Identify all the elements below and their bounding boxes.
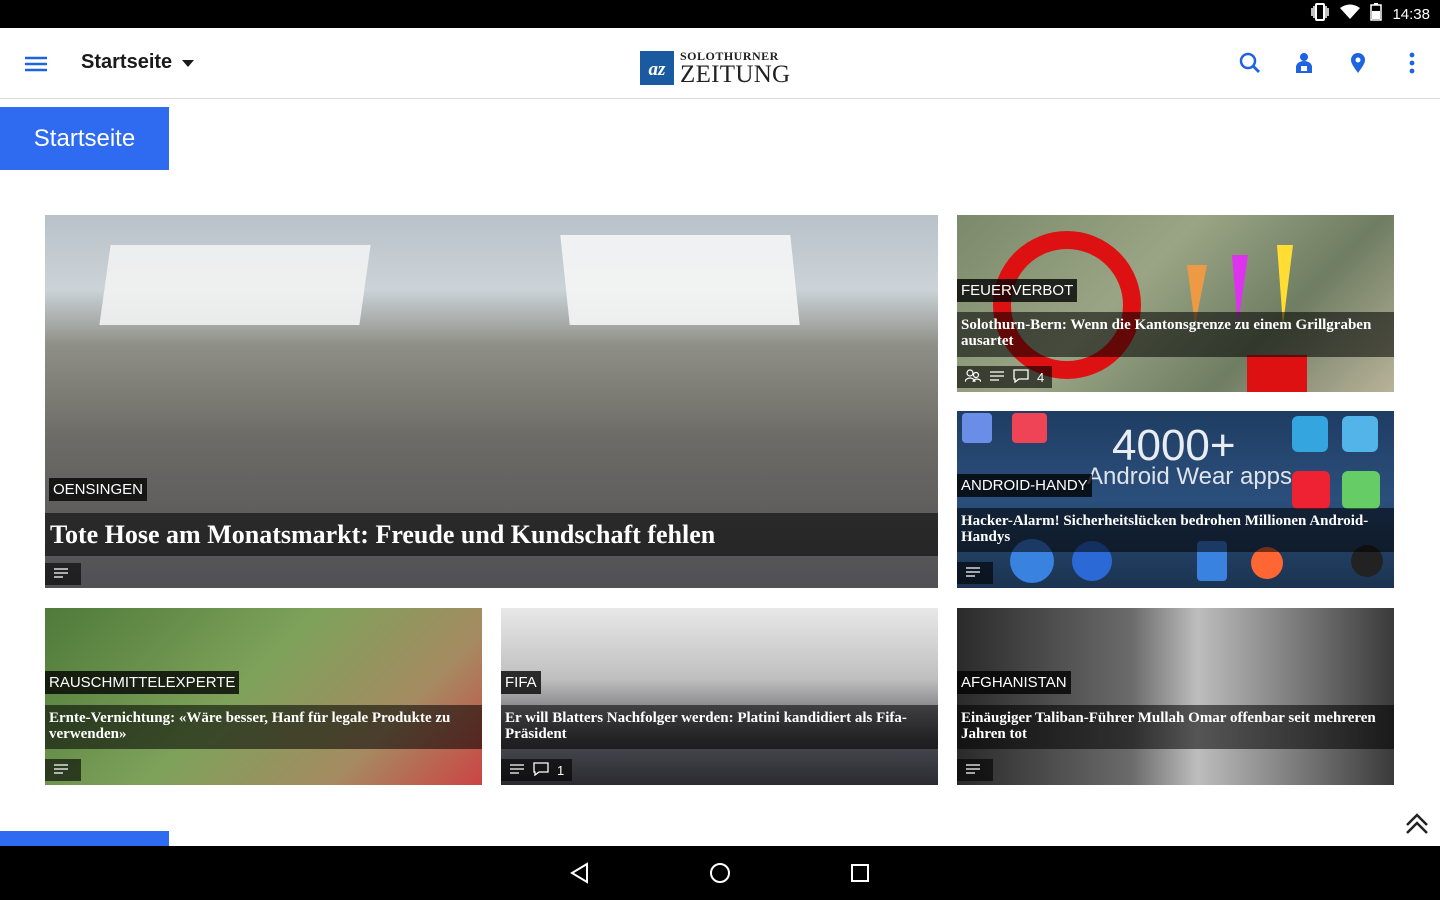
article-meta (957, 562, 993, 584)
article-headline: Ernte-Vernichtung: «Wäre besser, Hanf fü… (45, 705, 482, 749)
text-lines-icon (53, 567, 69, 582)
recents-icon[interactable] (845, 858, 875, 888)
article-meta (957, 759, 993, 781)
article-headline: Tote Hose am Monatsmarkt: Freude und Kun… (45, 513, 938, 557)
article-meta (45, 563, 81, 585)
logo-text: SOLOTHURNER ZEITUNG (680, 50, 790, 87)
app-bar: Startseite az SOLOTHURNER ZEITUNG (0, 28, 1440, 99)
article-kicker: ANDROID-HANDY (957, 474, 1092, 497)
article-card-rauschmittelexperte[interactable]: RAUSCHMITTELEXPERTE Ernte-Vernichtung: «… (45, 608, 482, 785)
search-icon[interactable] (1238, 50, 1262, 76)
status-bar: 14:38 (0, 0, 1440, 28)
clock: 14:38 (1392, 5, 1430, 23)
comment-icon (1013, 368, 1029, 386)
article-image (45, 608, 482, 785)
article-card-feuerverbot[interactable]: FEUERVERBOT Solothurn-Bern: Wenn die Kan… (957, 215, 1394, 392)
more-vert-icon[interactable] (1400, 50, 1424, 76)
scroll-to-top-icon[interactable] (1403, 811, 1431, 839)
article-card-fifa[interactable]: FIFA Er will Blatters Nachfolger werden:… (501, 608, 938, 785)
article-kicker: RAUSCHMITTELEXPERTE (45, 671, 240, 694)
article-kicker: FEUERVERBOT (957, 279, 1078, 302)
system-nav-bar (0, 846, 1440, 900)
article-meta (45, 759, 81, 781)
section-label: Startseite (81, 51, 173, 73)
article-headline: Er will Blatters Nachfolger werden: Plat… (501, 705, 938, 749)
text-lines-icon (509, 763, 525, 778)
article-headline: Einäugiger Taliban-Führer Mullah Omar of… (957, 705, 1394, 749)
text-lines-icon (989, 370, 1005, 385)
comment-count: 4 (1037, 369, 1045, 385)
article-kicker: AFGHANISTAN (957, 671, 1071, 694)
logo-line1: SOLOTHURNER (680, 48, 779, 63)
group-icon (964, 368, 982, 386)
article-meta: 4 (957, 366, 1053, 388)
article-card-android-handy[interactable]: 4000+ Android Wear apps ANDROID-HANDY Ha… (957, 411, 1394, 588)
article-kicker: FIFA (501, 671, 541, 694)
article-card-oensingen[interactable]: OENSINGEN Tote Hose am Monatsmarkt: Freu… (45, 215, 938, 588)
article-image: 4000+ Android Wear apps (957, 411, 1394, 588)
article-image (957, 608, 1394, 785)
dropdown-arrow-icon (182, 51, 195, 74)
tab-startseite[interactable]: Startseite (0, 107, 169, 170)
next-section-tab[interactable] (0, 831, 169, 846)
comment-count: 1 (557, 762, 565, 778)
vibrate-icon (1310, 3, 1330, 25)
text-lines-icon (965, 566, 981, 581)
location-icon[interactable] (1346, 50, 1370, 76)
menu-icon[interactable] (20, 50, 52, 78)
article-card-afghanistan[interactable]: AFGHANISTAN Einäugiger Taliban-Führer Mu… (957, 608, 1394, 785)
logo-mark: az (640, 51, 674, 85)
article-kicker: OENSINGEN (49, 478, 148, 501)
article-headline: Hacker-Alarm! Sicherheitslücken bedrohen… (957, 508, 1394, 552)
section-dropdown[interactable]: Startseite (81, 51, 195, 74)
article-meta: 1 (501, 759, 573, 781)
account-icon[interactable] (1292, 50, 1316, 76)
back-icon[interactable] (565, 858, 595, 888)
wifi-icon (1340, 4, 1361, 24)
home-icon[interactable] (705, 858, 735, 888)
article-headline: Solothurn-Bern: Wenn die Kantonsgrenze z… (957, 312, 1394, 357)
logo[interactable]: az SOLOTHURNER ZEITUNG (640, 48, 790, 88)
comment-icon (533, 761, 549, 779)
battery-icon (1370, 3, 1383, 25)
logo-line2: ZEITUNG (680, 60, 791, 88)
text-lines-icon (965, 763, 981, 778)
app-bar-actions (1238, 50, 1424, 76)
text-lines-icon (53, 763, 69, 778)
